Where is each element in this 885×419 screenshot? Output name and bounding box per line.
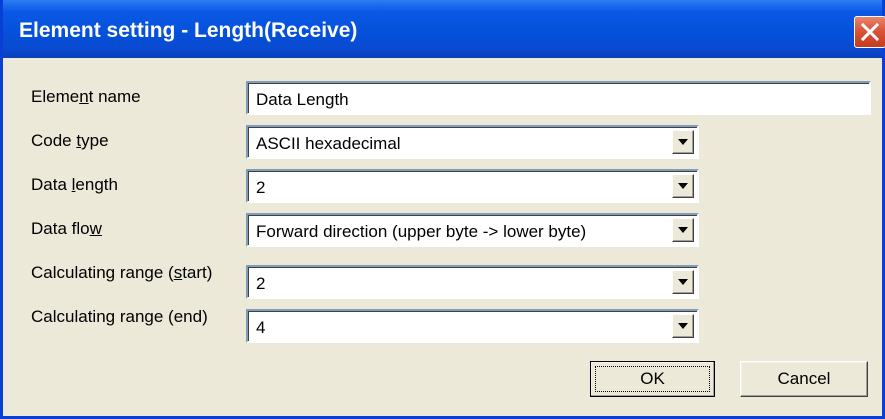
cancel-button[interactable]: Cancel <box>740 361 868 397</box>
chevron-down-icon <box>678 139 688 145</box>
chevron-down-icon <box>678 183 688 189</box>
calc-range-start-label: Calculating range (start) <box>31 263 213 282</box>
close-icon <box>861 23 879 41</box>
calc-range-end-value: 4 <box>256 318 266 337</box>
data-flow-value: Forward direction (upper byte -> lower b… <box>256 222 587 241</box>
calc-range-start-select[interactable]: 2 <box>246 265 699 299</box>
element-name-value: Data Length <box>256 90 349 109</box>
element-name-label: Element name <box>31 87 141 106</box>
calc-range-end-label: Calculating range (end) <box>31 307 208 326</box>
code-type-label: Code type <box>31 131 109 150</box>
data-length-value: 2 <box>256 178 266 197</box>
data-flow-label: Data flow <box>31 219 102 238</box>
calc-range-end-dropdown-button[interactable] <box>672 314 694 338</box>
close-button[interactable] <box>854 16 885 48</box>
title-bar[interactable]: Element setting - Length(Receive) <box>3 0 885 58</box>
data-flow-select[interactable]: Forward direction (upper byte -> lower b… <box>246 213 699 247</box>
data-length-dropdown-button[interactable] <box>672 174 694 198</box>
data-length-select[interactable]: 2 <box>246 169 699 203</box>
calc-range-end-select[interactable]: 4 <box>246 309 699 343</box>
code-type-value: ASCII hexadecimal <box>256 134 401 153</box>
calc-range-start-value: 2 <box>256 274 266 293</box>
element-setting-dialog: Element setting - Length(Receive) Elemen… <box>0 0 885 419</box>
ok-button[interactable]: OK <box>590 361 715 397</box>
focus-indicator <box>595 366 710 392</box>
data-length-label: Data length <box>31 175 118 194</box>
chevron-down-icon <box>678 279 688 285</box>
calc-range-start-dropdown-button[interactable] <box>672 270 694 294</box>
data-flow-dropdown-button[interactable] <box>672 218 694 242</box>
element-name-input[interactable]: Data Length <box>246 81 871 115</box>
code-type-select[interactable]: ASCII hexadecimal <box>246 125 699 159</box>
code-type-dropdown-button[interactable] <box>672 130 694 154</box>
window-title: Element setting - Length(Receive) <box>19 19 358 42</box>
cancel-button-label: Cancel <box>777 369 831 388</box>
chevron-down-icon <box>678 323 688 329</box>
chevron-down-icon <box>678 227 688 233</box>
